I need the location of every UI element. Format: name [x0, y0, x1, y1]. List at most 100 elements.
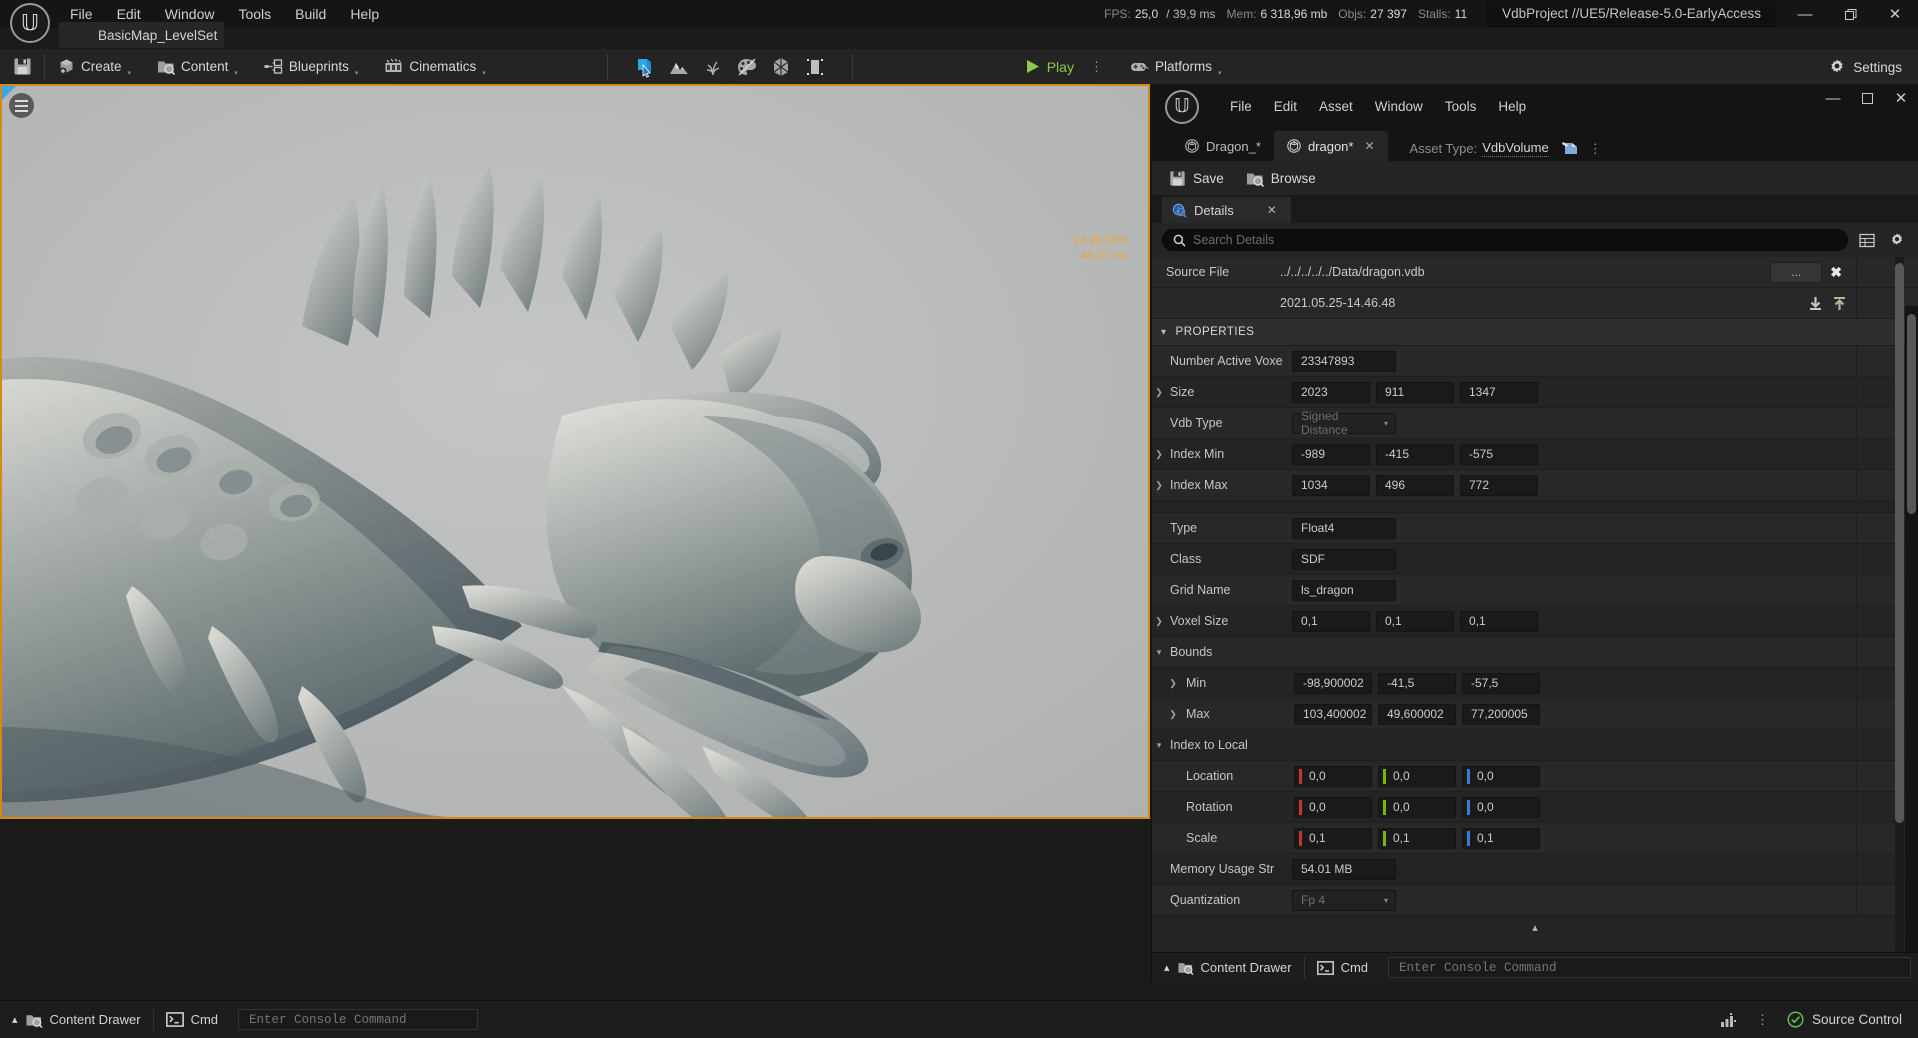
console-input[interactable]: [249, 1013, 467, 1027]
save-icon[interactable]: [0, 49, 44, 85]
close-icon[interactable]: ✕: [1364, 139, 1374, 153]
property-row[interactable]: Rotation0,00,00,0: [1152, 792, 1918, 823]
property-field[interactable]: 0,1: [1460, 611, 1538, 632]
chevron-down-icon[interactable]: ▾: [1384, 896, 1388, 905]
property-field[interactable]: -575: [1460, 444, 1538, 465]
unreal-logo-icon[interactable]: 𝕌: [1165, 90, 1199, 124]
toolbar-content-button[interactable]: Content ▾: [144, 49, 251, 85]
select-mode-icon[interactable]: [630, 52, 660, 82]
property-field[interactable]: Float4: [1292, 518, 1396, 539]
chevron-right-icon[interactable]: ❯: [1152, 480, 1166, 491]
property-row[interactable]: QuantizationFp 4▾: [1152, 885, 1918, 916]
export-up-icon[interactable]: [1832, 296, 1847, 311]
toolbar-cinematics-button[interactable]: Cinematics ▾: [371, 49, 498, 85]
property-field[interactable]: 0,0: [1294, 797, 1372, 818]
property-row[interactable]: ❯Index Min-989-415-575: [1152, 439, 1918, 470]
property-field[interactable]: 0,1: [1292, 611, 1370, 632]
ae-menu-file[interactable]: File: [1219, 96, 1263, 117]
asset-options-kebab-icon[interactable]: ⋮: [1585, 141, 1608, 157]
ae-console-input-wrap[interactable]: [1388, 957, 1911, 978]
chevron-right-icon[interactable]: ❯: [1166, 678, 1180, 689]
level-tab[interactable]: BasicMap_LevelSet: [59, 22, 224, 48]
toolbar-create-button[interactable]: Create ▾: [45, 49, 144, 85]
play-options-kebab-icon[interactable]: ⋮: [1084, 59, 1109, 75]
asset-browse-button[interactable]: Browse: [1237, 163, 1325, 193]
property-row[interactable]: ❯Max103,40000249,60000277,200005: [1152, 699, 1918, 730]
unreal-logo-icon[interactable]: 𝕌: [10, 3, 50, 43]
property-field[interactable]: -41,5: [1378, 673, 1456, 694]
console-input-wrap[interactable]: [238, 1009, 478, 1030]
ae-menu-window[interactable]: Window: [1364, 96, 1434, 117]
property-field[interactable]: 772: [1460, 475, 1538, 496]
property-row[interactable]: ClassSDF: [1152, 544, 1918, 575]
source-control-button[interactable]: Source Control: [1775, 1001, 1918, 1038]
property-field[interactable]: ls_dragon: [1292, 580, 1396, 601]
ae-cmd-button[interactable]: Cmd: [1305, 953, 1380, 983]
chevron-right-icon[interactable]: ❯: [1152, 387, 1166, 398]
properties-section-header[interactable]: ▾ PROPERTIES: [1152, 319, 1918, 346]
landscape-mode-icon[interactable]: [664, 52, 694, 82]
outer-scrollbar-thumb[interactable]: [1907, 314, 1916, 514]
viewport-render-area[interactable]: 24.96 FPS 40.07 ms Z X Y: [2, 86, 1148, 817]
property-field[interactable]: 0,1: [1294, 828, 1372, 849]
property-field[interactable]: 49,600002: [1378, 704, 1456, 725]
stats-graph-icon[interactable]: [1708, 1005, 1750, 1035]
close-icon[interactable]: ✕: [1267, 203, 1277, 217]
content-drawer-button[interactable]: ▴ Content Drawer: [0, 1005, 153, 1035]
property-field[interactable]: 0,1: [1378, 828, 1456, 849]
level-viewport[interactable]: 24.96 FPS 40.07 ms Z X Y: [0, 84, 1150, 819]
property-field[interactable]: SDF: [1292, 549, 1396, 570]
property-field[interactable]: 54.01 MB: [1292, 859, 1396, 880]
asset-tab-dragon[interactable]: dragon* ✕: [1274, 131, 1388, 161]
asset-tab-dragon-parent[interactable]: Dragon_*: [1172, 131, 1274, 161]
property-row[interactable]: Scale0,10,10,1: [1152, 823, 1918, 854]
ae-menu-asset[interactable]: Asset: [1308, 96, 1364, 117]
chevron-down-icon[interactable]: ▾: [1152, 647, 1166, 658]
property-field[interactable]: 23347893: [1292, 351, 1396, 372]
brush-edit-mode-icon[interactable]: [800, 52, 830, 82]
ae-console-input[interactable]: [1399, 961, 1900, 975]
property-field[interactable]: 0,0: [1462, 766, 1540, 787]
asset-save-button[interactable]: Save: [1160, 163, 1233, 193]
details-properties-panel[interactable]: Source File ../../../../../Data/dragon.v…: [1152, 257, 1918, 957]
property-row[interactable]: ▾Index to Local: [1152, 730, 1918, 761]
settings-button[interactable]: Settings: [1818, 49, 1912, 85]
minimize-button[interactable]: —: [1788, 0, 1822, 28]
property-field[interactable]: 0,0: [1294, 766, 1372, 787]
outer-scrollbar-track[interactable]: [1905, 306, 1918, 966]
foliage-mode-icon[interactable]: [698, 52, 728, 82]
property-row[interactable]: Number Active Voxe23347893: [1152, 346, 1918, 377]
status-options-kebab-icon[interactable]: ⋮: [1750, 1012, 1775, 1028]
play-button[interactable]: Play: [1013, 49, 1084, 85]
menu-build[interactable]: Build: [283, 3, 338, 25]
property-field[interactable]: 1034: [1292, 475, 1370, 496]
property-row[interactable]: ❯Voxel Size0,10,10,1: [1152, 606, 1918, 637]
property-row[interactable]: Memory Usage Str54.01 MB: [1152, 854, 1918, 885]
property-field[interactable]: 0,0: [1378, 797, 1456, 818]
collapse-properties-button[interactable]: ▴: [1152, 916, 1918, 938]
property-row[interactable]: Grid Namels_dragon: [1152, 575, 1918, 606]
chevron-right-icon[interactable]: ❯: [1166, 709, 1180, 720]
property-field[interactable]: 0,0: [1462, 797, 1540, 818]
property-field[interactable]: 77,200005: [1462, 704, 1540, 725]
menu-help[interactable]: Help: [338, 3, 391, 25]
property-row[interactable]: Vdb TypeSigned Distance▾: [1152, 408, 1918, 439]
ae-minimize-button[interactable]: —: [1816, 84, 1850, 112]
ae-content-drawer-button[interactable]: ▴ Content Drawer: [1152, 953, 1304, 983]
menu-tools[interactable]: Tools: [226, 3, 283, 25]
property-field[interactable]: 911: [1376, 382, 1454, 403]
property-field[interactable]: -98,900002: [1294, 673, 1372, 694]
property-row[interactable]: ▾Bounds: [1152, 637, 1918, 668]
chevron-right-icon[interactable]: ❯: [1152, 616, 1166, 627]
source-file-row[interactable]: Source File ../../../../../Data/dragon.v…: [1152, 257, 1918, 288]
property-field[interactable]: 496: [1376, 475, 1454, 496]
column-layout-icon[interactable]: [1856, 229, 1878, 251]
ae-menu-help[interactable]: Help: [1487, 96, 1537, 117]
ae-menu-tools[interactable]: Tools: [1434, 96, 1488, 117]
maximize-button[interactable]: [1833, 0, 1867, 28]
properties-scrollbar-track[interactable]: [1895, 257, 1904, 957]
property-dropdown[interactable]: Signed Distance▾: [1292, 413, 1396, 434]
property-row[interactable]: TypeFloat4: [1152, 513, 1918, 544]
toolbar-blueprints-button[interactable]: Blueprints ▾: [251, 49, 372, 85]
property-row[interactable]: [1152, 501, 1918, 513]
